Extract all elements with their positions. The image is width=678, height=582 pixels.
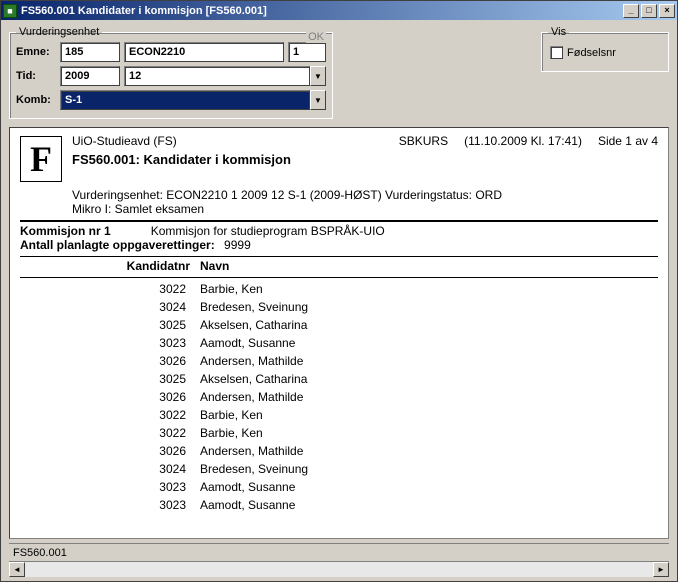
table-row: 3023Aamodt, Susanne	[20, 496, 658, 514]
komb-input[interactable]	[60, 90, 310, 110]
scroll-track[interactable]	[25, 562, 653, 577]
cell-kandidatnr: 3023	[20, 334, 200, 352]
horizontal-scrollbar[interactable]: ◄ ►	[9, 561, 669, 577]
cell-kandidatnr: 3024	[20, 460, 200, 478]
kommisjon-label: Kommisjon nr 1	[20, 224, 111, 238]
cell-navn: Bredesen, Sveinung	[200, 298, 658, 316]
chevron-down-icon[interactable]: ▼	[310, 90, 326, 110]
fodselsnr-label: Fødselsnr	[567, 47, 616, 59]
report-header: F UiO-Studieavd (FS) SBKURS (11.10.2009 …	[20, 134, 658, 182]
unit-line: Vurderingsenhet: ECON2210 1 2009 12 S-1 …	[20, 188, 658, 202]
kommisjon-row: Kommisjon nr 1 Kommisjon for studieprogr…	[20, 224, 658, 238]
antall-value: 9999	[224, 238, 251, 252]
table-row: 3024Bredesen, Sveinung	[20, 460, 658, 478]
toolbar: Vurderingsenhet OK Emne: Tid: ▼ Komb: ▼	[1, 20, 677, 127]
vurderingsenhet-fieldset: Vurderingsenhet OK Emne: Tid: ▼ Komb: ▼	[9, 26, 333, 119]
cell-kandidatnr: 3022	[20, 424, 200, 442]
report-page: F UiO-Studieavd (FS) SBKURS (11.10.2009 …	[10, 128, 668, 524]
cell-navn: Andersen, Mathilde	[200, 352, 658, 370]
statusbar: FS560.001	[9, 543, 669, 561]
close-button[interactable]: ×	[659, 4, 675, 18]
tid-month-combo[interactable]: ▼	[124, 66, 326, 86]
cell-navn: Bredesen, Sveinung	[200, 460, 658, 478]
table-row: 3022Barbie, Ken	[20, 406, 658, 424]
antall-row: Antall planlagte oppgaverettinger: 9999	[20, 238, 658, 252]
cell-navn: Aamodt, Susanne	[200, 478, 658, 496]
emne-seq-input[interactable]	[288, 42, 326, 62]
table-row: 3023Aamodt, Susanne	[20, 478, 658, 496]
divider-thin	[20, 277, 658, 278]
antall-label: Antall planlagte oppgaverettinger:	[20, 238, 215, 252]
cell-navn: Barbie, Ken	[200, 424, 658, 442]
col-kandidatnr: Kandidatnr	[20, 259, 200, 273]
komb-combo[interactable]: ▼	[60, 90, 326, 110]
vis-legend: Vis	[548, 26, 569, 38]
col-navn: Navn	[200, 259, 658, 273]
cell-navn: Barbie, Ken	[200, 406, 658, 424]
emne-code-input[interactable]	[60, 42, 120, 62]
app-icon: ■	[3, 4, 17, 18]
cell-kandidatnr: 3022	[20, 280, 200, 298]
emne-label: Emne:	[16, 46, 56, 58]
fodselsnr-checkbox[interactable]	[550, 46, 563, 59]
maximize-button[interactable]: □	[641, 4, 657, 18]
table-row: 3026Andersen, Mathilde	[20, 388, 658, 406]
org-label: UiO-Studieavd (FS)	[72, 134, 177, 148]
cell-navn: Aamodt, Susanne	[200, 496, 658, 514]
cell-navn: Akselsen, Catharina	[200, 316, 658, 334]
emne-subject-input[interactable]	[124, 42, 284, 62]
scroll-right-icon[interactable]: ►	[653, 562, 669, 577]
cell-kandidatnr: 3026	[20, 442, 200, 460]
cell-navn: Andersen, Mathilde	[200, 388, 658, 406]
page-label: Side 1 av 4	[598, 134, 658, 148]
table-row: 3023Aamodt, Susanne	[20, 334, 658, 352]
cell-kandidatnr: 3025	[20, 370, 200, 388]
chevron-down-icon[interactable]: ▼	[310, 66, 326, 86]
scroll-left-icon[interactable]: ◄	[9, 562, 25, 577]
fodselsnr-row: Fødselsnr	[548, 42, 662, 63]
table-body: 3022Barbie, Ken3024Bredesen, Sveinung302…	[20, 280, 658, 514]
tid-year-input[interactable]	[60, 66, 120, 86]
kommisjon-text: Kommisjon for studieprogram BSPRÅK-UIO	[151, 224, 385, 238]
cell-kandidatnr: 3023	[20, 478, 200, 496]
table-header: Kandidatnr Navn	[20, 259, 658, 273]
report-area[interactable]: F UiO-Studieavd (FS) SBKURS (11.10.2009 …	[9, 127, 669, 539]
window-title: FS560.001 Kandidater i kommisjon [FS560.…	[21, 5, 623, 17]
cell-kandidatnr: 3025	[20, 316, 200, 334]
window-buttons: _ □ ×	[623, 4, 675, 18]
cell-navn: Andersen, Mathilde	[200, 442, 658, 460]
divider-thin	[20, 256, 658, 257]
cell-navn: Barbie, Ken	[200, 280, 658, 298]
table-row: 3022Barbie, Ken	[20, 280, 658, 298]
ok-label: OK	[306, 31, 326, 43]
table-row: 3024Bredesen, Sveinung	[20, 298, 658, 316]
table-row: 3022Barbie, Ken	[20, 424, 658, 442]
minimize-button[interactable]: _	[623, 4, 639, 18]
cell-kandidatnr: 3024	[20, 298, 200, 316]
cell-kandidatnr: 3026	[20, 352, 200, 370]
timestamp-label: (11.10.2009 Kl. 17:41)	[464, 134, 582, 148]
komb-label: Komb:	[16, 94, 56, 106]
table-row: 3025Akselsen, Catharina	[20, 370, 658, 388]
titlebar: ■ FS560.001 Kandidater i kommisjon [FS56…	[1, 1, 677, 20]
table-row: 3026Andersen, Mathilde	[20, 442, 658, 460]
user-label: SBKURS	[399, 134, 448, 148]
cell-kandidatnr: 3023	[20, 496, 200, 514]
table-row: 3025Akselsen, Catharina	[20, 316, 658, 334]
tid-label: Tid:	[16, 70, 56, 82]
cell-kandidatnr: 3026	[20, 388, 200, 406]
vis-fieldset: Vis Fødselsnr	[541, 26, 669, 72]
cell-navn: Akselsen, Catharina	[200, 370, 658, 388]
report-title: FS560.001: Kandidater i kommisjon	[72, 152, 658, 167]
status-text: FS560.001	[13, 547, 67, 559]
vurderingsenhet-legend: Vurderingsenhet	[16, 26, 102, 38]
cell-navn: Aamodt, Susanne	[200, 334, 658, 352]
table-row: 3026Andersen, Mathilde	[20, 352, 658, 370]
fs-logo-icon: F	[20, 136, 62, 182]
divider-thick	[20, 220, 658, 222]
tid-month-input[interactable]	[124, 66, 310, 86]
cell-kandidatnr: 3022	[20, 406, 200, 424]
window: ■ FS560.001 Kandidater i kommisjon [FS56…	[0, 0, 678, 582]
sub-line: Mikro I: Samlet eksamen	[20, 202, 658, 216]
